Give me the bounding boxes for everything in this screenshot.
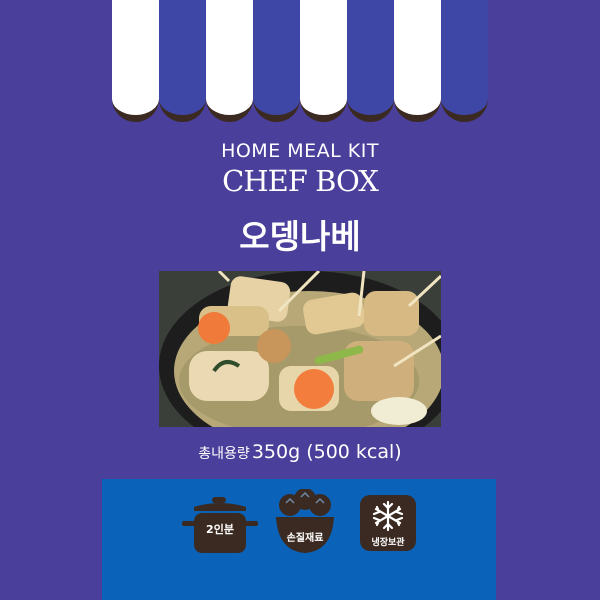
feature-label: 2인분	[206, 523, 234, 536]
feature-label: 냉장보관	[371, 538, 405, 548]
product-card: HOME MEAL KIT CHEF BOX 오뎅나베 총내용량 350g (5…	[0, 0, 600, 600]
net-weight: 총내용량 350g (500 kcal)	[0, 441, 600, 463]
kicker-text: HOME MEAL KIT	[221, 140, 379, 162]
feature-label: 손질재료	[286, 533, 324, 544]
vegetable-bowl-icon: 손질재료	[274, 488, 336, 561]
net-weight-label: 총내용량	[198, 446, 250, 462]
pot-icon: 2인분	[182, 495, 258, 559]
feature-panel: 2인분 손질재료 냉장보관	[102, 479, 496, 600]
food-photo	[159, 271, 441, 427]
striped-awning	[112, 0, 488, 122]
brand-logo: CHEF BOX	[222, 164, 379, 198]
net-weight-value: 350g (500 kcal)	[251, 441, 402, 463]
snowflake-icon: 냉장보관	[360, 495, 416, 551]
product-title: 오뎅나베	[239, 217, 361, 256]
